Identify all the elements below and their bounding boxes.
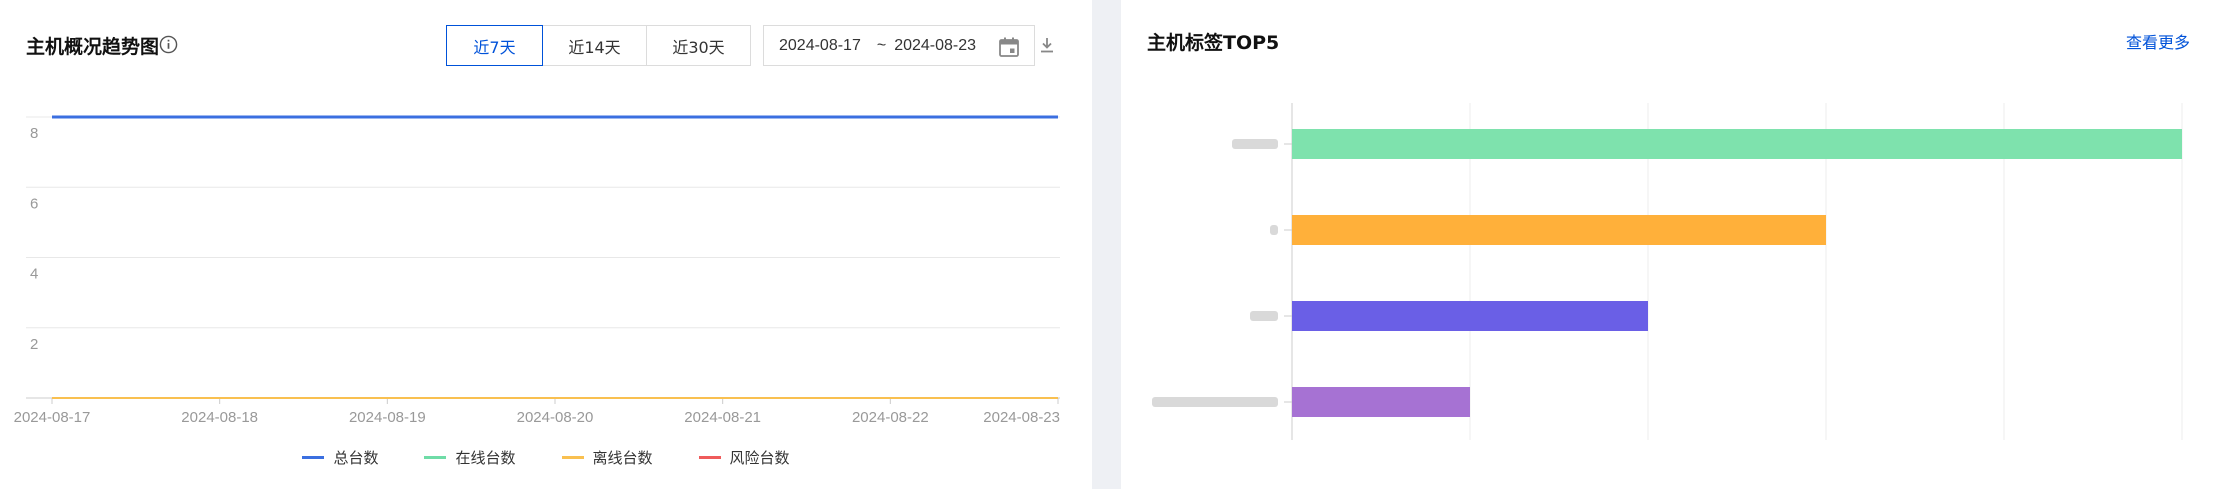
range-14-days-button[interactable]: 近14天	[542, 25, 647, 66]
y-tick-label: 4	[30, 266, 38, 283]
blurred-category-label	[1250, 311, 1278, 321]
tag-top5-title: 主机标签TOP5	[1147, 32, 1280, 54]
range-7-days-button[interactable]: 近7天	[446, 25, 543, 66]
y-tick-label: 2	[30, 336, 38, 353]
chart-legend: 总台数 在线台数 离线台数 风险台数	[0, 447, 1092, 468]
tag-top5-panel: 主机标签TOP5 查看更多	[1121, 0, 2216, 489]
blurred-category-label	[1270, 225, 1278, 235]
legend-swatch-risk	[698, 456, 721, 459]
tag-bar	[1292, 215, 1826, 245]
legend-item-total[interactable]: 总台数	[302, 447, 378, 468]
legend-swatch-total	[302, 456, 325, 459]
date-range-separator: ~	[876, 36, 887, 54]
legend-item-risk[interactable]: 风险台数	[698, 447, 790, 468]
x-tick-label: 2024-08-19	[349, 409, 426, 426]
x-tick-label: 2024-08-22	[852, 409, 929, 426]
y-tick-label: 8	[30, 125, 38, 142]
panel-divider	[1092, 0, 1121, 489]
trend-panel-title: 主机概况趋势图	[26, 36, 160, 58]
legend-label-online: 在线台数	[455, 449, 516, 467]
date-range-end: 2024-08-23	[894, 36, 977, 54]
x-tick-label: 2024-08-20	[517, 409, 594, 426]
date-range-start: 2024-08-17	[779, 36, 861, 54]
view-more-link[interactable]: 查看更多	[2126, 29, 2190, 53]
calendar-icon[interactable]	[998, 36, 1020, 58]
x-tick-label: 2024-08-18	[181, 409, 258, 426]
trend-panel: 主机概况趋势图 近7天 近14天 近30天 2024-08-17 ~ 2024-…	[0, 0, 1092, 489]
trend-line-chart: 2 4 6 8 2024-08-17 2024-08-18 2024-08-19 2024-0…	[14, 115, 1060, 426]
tag-bar-chart	[1152, 103, 2183, 440]
x-tick-label: 2024-08-21	[684, 409, 761, 426]
download-icon[interactable]	[1037, 35, 1057, 55]
blurred-category-label	[1232, 139, 1278, 149]
tag-bar	[1292, 129, 2182, 159]
legend-item-online[interactable]: 在线台数	[424, 447, 516, 468]
legend-label-offline: 离线台数	[592, 449, 653, 467]
range-30-days-button[interactable]: 近30天	[646, 25, 751, 66]
legend-label-risk: 风险台数	[729, 449, 790, 467]
blurred-category-label	[1152, 397, 1278, 407]
x-tick-label: 2024-08-17	[14, 409, 91, 426]
time-range-selector: 近7天 近14天 近30天	[446, 25, 751, 66]
y-tick-label: 6	[30, 195, 38, 212]
legend-item-offline[interactable]: 离线台数	[561, 447, 653, 468]
info-icon[interactable]	[159, 35, 178, 54]
legend-label-total: 总台数	[333, 449, 379, 467]
x-tick-label: 2024-08-23	[983, 409, 1060, 426]
tag-bar	[1292, 387, 1470, 417]
date-range-picker[interactable]: 2024-08-17 ~ 2024-08-23	[763, 25, 1035, 66]
legend-swatch-offline	[561, 456, 584, 459]
tag-bar	[1292, 301, 1648, 331]
legend-swatch-online	[424, 456, 447, 459]
